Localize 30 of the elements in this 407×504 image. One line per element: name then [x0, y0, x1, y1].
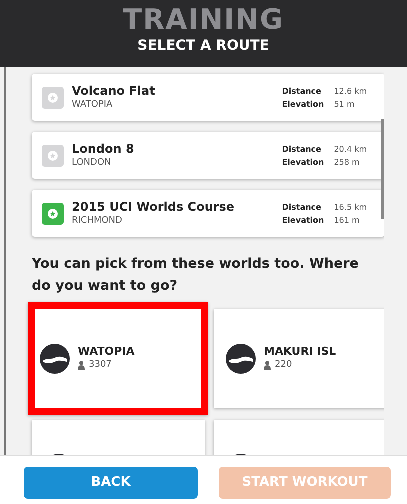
world-emblem-icon: [226, 344, 256, 374]
world-name: MAKURI ISL: [264, 344, 336, 359]
route-name: Volcano Flat: [72, 84, 156, 99]
route-world: LONDON: [72, 157, 112, 169]
route-world: RICHMOND: [72, 215, 124, 227]
route-stat: Elevation 161 m: [282, 214, 361, 226]
scrollbar[interactable]: [381, 119, 384, 219]
route-stat: Distance 20.4 km: [282, 144, 367, 156]
rider-count: 220: [275, 358, 292, 372]
route-card[interactable]: Volcano Flat WATOPIA Distance 12.6 km Elevation 51 m: [32, 74, 384, 121]
prompt-text: You can pick from these worlds too. Where do you want to go?: [32, 255, 360, 296]
world-name: WATOPIA: [78, 344, 135, 359]
route-card[interactable]: London 8 LONDON Distance 20.4 km Elevation 258 m: [32, 132, 384, 179]
screen-title: TRAINING: [122, 4, 285, 36]
world-tile[interactable]: MAKURI ISL 220: [214, 309, 384, 408]
route-stat: Elevation 51 m: [282, 98, 356, 110]
world-tile[interactable]: WATOPIA 3307: [28, 302, 208, 415]
screen-subtitle: SELECT A ROUTE: [136, 37, 270, 56]
route-stat: Distance 12.6 km: [282, 86, 367, 98]
route-stat: Elevation 258 m: [282, 156, 361, 168]
route-world: WATOPIA: [72, 99, 114, 111]
back-button[interactable]: BACK: [24, 467, 198, 499]
route-stat: Distance 16.5 km: [282, 202, 367, 214]
route-name: 2015 UCI Worlds Course: [72, 200, 236, 215]
rider-icon: [78, 361, 85, 370]
route-name: London 8: [72, 142, 136, 157]
route-card[interactable]: 2015 UCI Worlds Course RICHMOND Distance 16.5 km Elevation 161 m: [32, 190, 384, 237]
world-emblem-icon: [40, 344, 70, 374]
rider-icon: [264, 361, 271, 370]
rider-count: 3307: [89, 358, 112, 372]
